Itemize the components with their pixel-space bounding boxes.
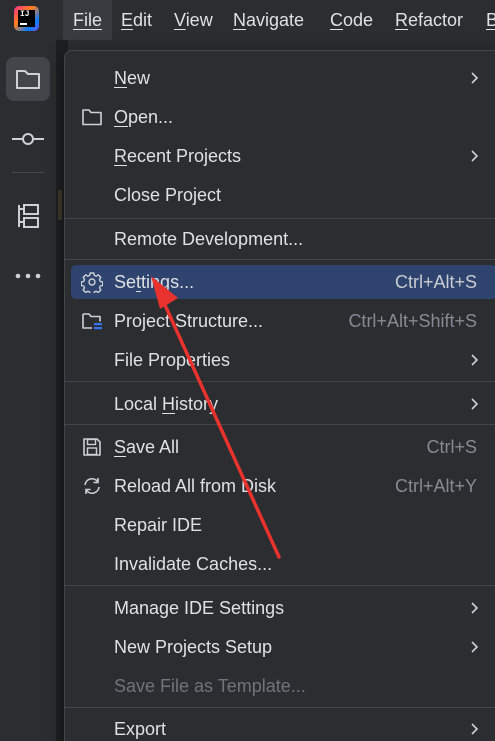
menu-item-label: Recent Projects [114,146,242,166]
menu-item-label: New [114,68,151,88]
menu-file[interactable]: File [63,0,113,40]
menu-separator [65,585,495,586]
tool-separator [12,172,44,173]
menu-item-repair-ide[interactable]: Repair IDE [71,508,495,542]
menu-navigate-label: Navigate [233,10,305,30]
menu-item-settings[interactable]: Settings... Ctrl+Alt+S [71,265,495,299]
menu-separator [65,218,495,219]
menu-build[interactable]: B [486,0,495,40]
menu-item-label: Invalidate Caches... [114,554,273,574]
chevron-right-icon [471,723,479,735]
menu-code-label: Code [330,10,374,30]
menu-item-save-as-template: Save File as Template... [71,669,495,703]
menu-refactor[interactable]: Refactor [395,0,463,40]
chevron-right-icon [471,72,479,84]
menu-item-label: Open... [114,107,174,127]
folder-icon [82,109,102,126]
menu-edit[interactable]: Edit [121,0,152,40]
menu-item-reload-all[interactable]: Reload All from Disk Ctrl+Alt+Y [71,469,495,503]
menu-item-file-properties[interactable]: File Properties [71,343,495,377]
menu-separator [65,381,495,382]
menu-item-label: Remote Development... [114,229,304,249]
menu-item-shortcut: Ctrl+S [426,437,477,457]
menu-item-label: Project Structure... [114,311,264,331]
menu-item-close-project[interactable]: Close Project [71,178,495,212]
commit-icon[interactable] [6,117,50,161]
menu-item-label: New Projects Setup [114,637,273,657]
menu-item-recent-projects[interactable]: Recent Projects [71,139,495,173]
menu-item-remote-development[interactable]: Remote Development... [71,222,495,256]
menu-item-local-history[interactable]: Local History [71,387,495,421]
menu-item-label: Manage IDE Settings [114,598,285,618]
menu-item-label: Save All [114,437,180,457]
chevron-right-icon [471,641,479,653]
menu-refactor-label: Refactor [395,10,464,30]
main-menubar: IJ File Edit View Navigate Code Refactor… [0,0,495,40]
menu-item-export[interactable]: Export [71,712,495,741]
file-menu-dropdown: New Open... Recent Projects Close Projec… [64,50,495,741]
gear-icon [81,272,103,293]
menu-edit-label: Edit [121,10,153,30]
menu-code[interactable]: Code [330,0,373,40]
chevron-right-icon [471,150,479,162]
menu-item-manage-ide-settings[interactable]: Manage IDE Settings [71,591,495,625]
project-structure-icon [82,313,102,330]
menu-item-label: Local History [114,394,219,414]
save-icon [83,438,101,456]
menu-item-shortcut: Ctrl+Alt+Shift+S [348,311,477,331]
menu-item-invalidate-caches[interactable]: Invalidate Caches... [71,547,495,581]
menu-item-label: Repair IDE [114,515,203,535]
more-icon[interactable] [6,254,50,298]
menu-view-label: View [174,10,213,30]
intellij-logo-icon[interactable]: IJ [14,6,39,31]
menu-item-save-all[interactable]: Save All Ctrl+S [71,430,495,464]
menu-item-label: Save File as Template... [114,676,306,696]
project-folder-icon[interactable] [6,57,50,101]
menu-item-label: File Properties [114,350,231,370]
menu-separator [65,259,495,260]
menu-item-label: Settings... [114,272,195,292]
chevron-right-icon [471,354,479,366]
left-tool-strip [0,40,56,741]
reload-icon [84,477,100,495]
menu-item-shortcut: Ctrl+Alt+Y [394,476,477,496]
menu-item-open[interactable]: Open... [71,100,495,134]
menu-item-label: Export [114,719,167,739]
menu-item-new[interactable]: New [71,61,495,95]
menu-item-shortcut: Ctrl+Alt+S [394,272,477,292]
menu-item-new-projects-setup[interactable]: New Projects Setup [71,630,495,664]
chevron-right-icon [471,398,479,410]
menu-item-label: Reload All from Disk [114,476,277,496]
menu-item-label: Close Project [114,185,222,205]
menu-item-project-structure[interactable]: Project Structure... Ctrl+Alt+Shift+S [71,304,495,338]
menu-view[interactable]: View [174,0,213,40]
ide-window: IJ File Edit View Navigate Code Refactor… [0,0,495,741]
menu-navigate[interactable]: Navigate [233,0,304,40]
chevron-right-icon [471,602,479,614]
menu-separator [65,707,495,708]
menu-separator [65,424,495,425]
structure-icon[interactable] [6,194,50,238]
